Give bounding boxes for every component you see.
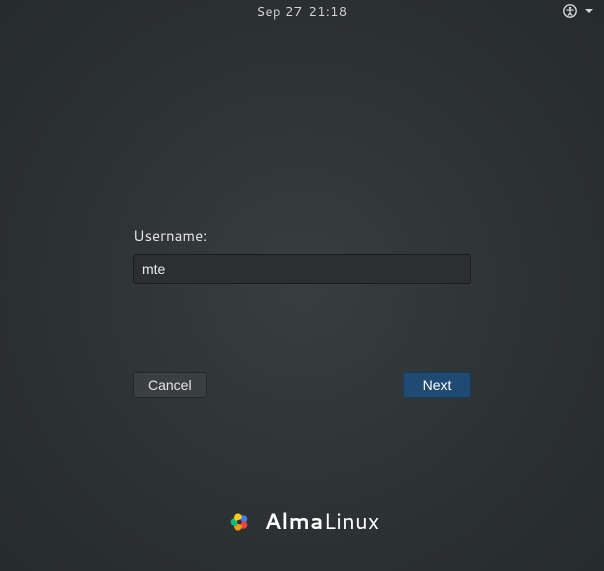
distro-name: AlmaLinux (264, 506, 379, 537)
next-button[interactable]: Next (403, 372, 471, 398)
clock: Sep 27 21:18 (256, 3, 347, 21)
top-bar: Sep 27 21:18 (0, 0, 604, 24)
username-label: Username: (133, 225, 471, 246)
chevron-down-icon[interactable] (584, 6, 594, 16)
distro-branding: AlmaLinux (224, 506, 379, 537)
username-input[interactable] (133, 254, 471, 284)
accessibility-icon[interactable] (562, 3, 578, 19)
distro-name-light: Linux (324, 506, 380, 537)
action-button-row: Cancel Next (133, 372, 471, 398)
distro-name-bold: Alma (264, 506, 323, 537)
system-tray[interactable] (562, 3, 594, 19)
almalinux-logo-icon (224, 507, 254, 537)
cancel-button[interactable]: Cancel (133, 372, 207, 398)
clock-time: 21:18 (309, 3, 348, 21)
clock-date: Sep 27 (256, 3, 302, 21)
login-form: Username: (133, 225, 471, 284)
